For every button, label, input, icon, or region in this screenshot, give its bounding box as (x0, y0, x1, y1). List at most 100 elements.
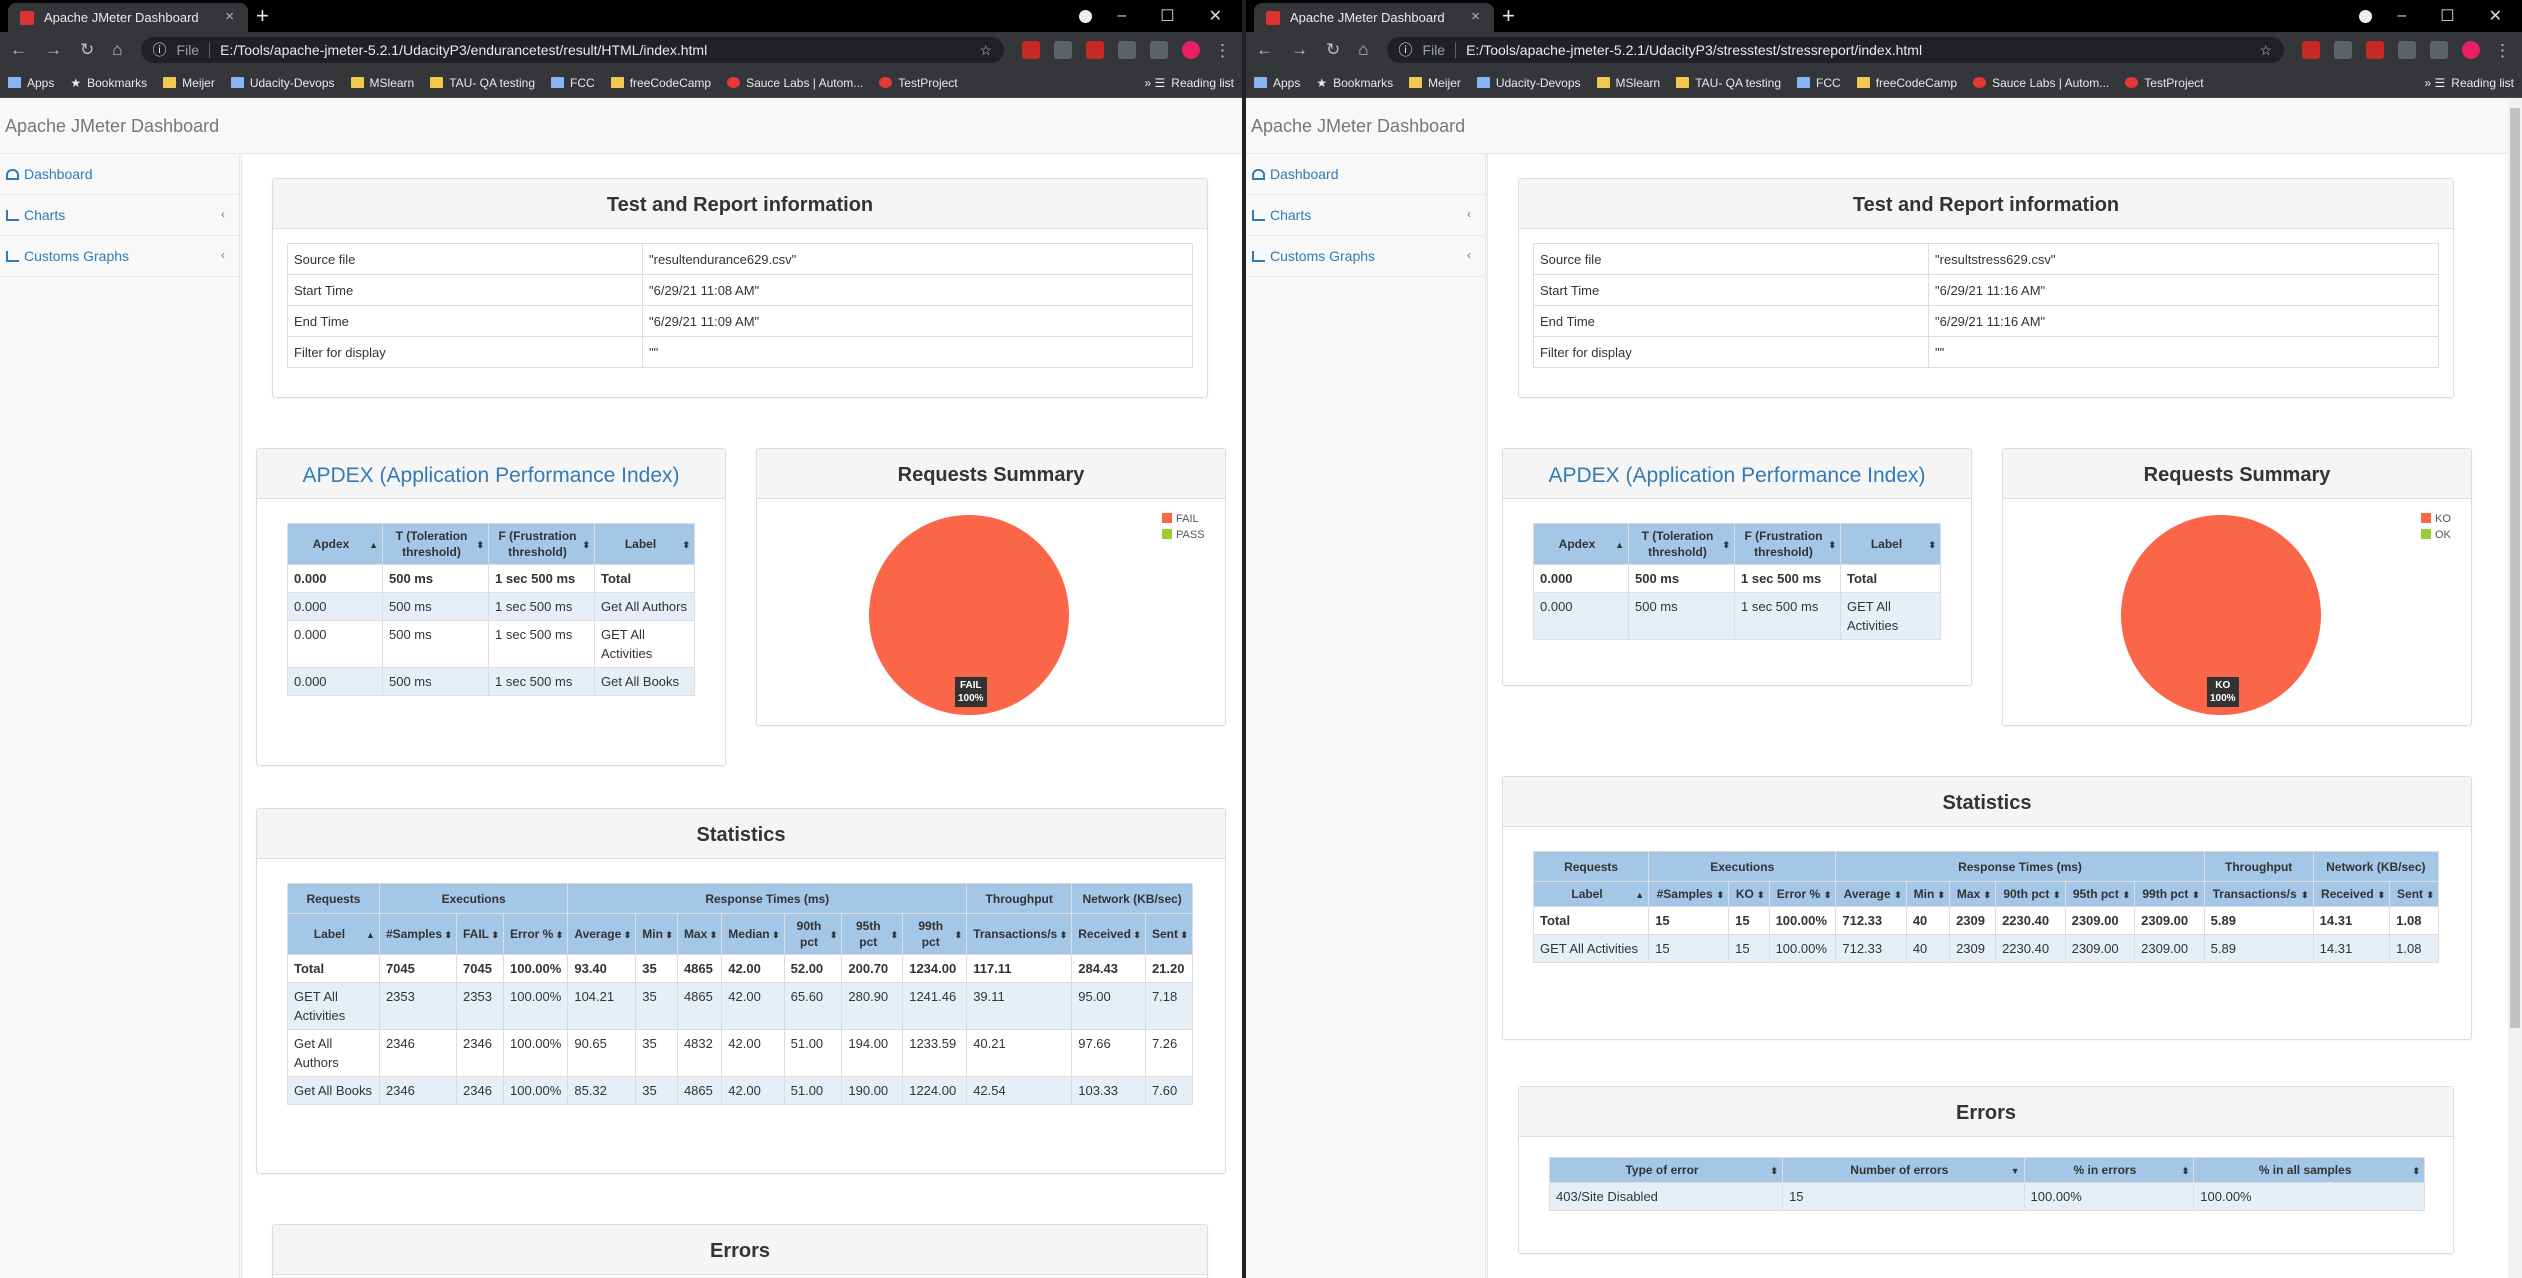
close-window-icon[interactable]: ✕ (1209, 6, 1222, 26)
puzzle-icon[interactable] (2430, 41, 2448, 59)
col-header[interactable]: FAIL ⬍ (456, 913, 504, 955)
bookmark-folder[interactable]: MSlearn (350, 76, 414, 90)
scrollbar[interactable] (2508, 98, 2522, 1278)
col-header[interactable]: Transactions/s ⬍ (2203, 881, 2314, 907)
col-header[interactable]: Max ⬍ (1949, 881, 1997, 907)
bookmark-udacity[interactable]: Udacity-Devops (1476, 76, 1581, 90)
bookmark-folder[interactable]: TAU- QA testing (430, 76, 535, 90)
avatar[interactable] (1182, 41, 1200, 59)
extension-icon[interactable] (1118, 41, 1136, 59)
sidebar-item-custom-graphs[interactable]: Customs Graphs ‹ (1246, 236, 1485, 277)
menu-kebab-icon[interactable]: ⋮ (2494, 41, 2512, 60)
extension-icon[interactable] (1054, 41, 1072, 59)
col-header[interactable]: Transactions/s ⬍ (966, 913, 1073, 955)
bookmark-folder[interactable]: Meijer (163, 76, 215, 90)
url-text[interactable]: E:/Tools/apache-jmeter-5.2.1/UdacityP3/s… (1466, 42, 1922, 58)
col-header[interactable]: Received ⬍ (2312, 881, 2391, 907)
bookmark-apps[interactable]: Apps (8, 76, 54, 90)
scrollbar-thumb[interactable] (2510, 108, 2520, 1028)
browser-tab[interactable]: Apache JMeter Dashboard × (8, 3, 248, 32)
browser-tab[interactable]: Apache JMeter Dashboard × (1254, 3, 1494, 32)
home-icon[interactable]: ⌂ (1358, 40, 1368, 60)
col-header[interactable]: % in errors ⬍ (2023, 1157, 2195, 1183)
maximize-icon[interactable]: ☐ (2440, 6, 2454, 26)
address-bar[interactable]: ⓘ File E:/Tools/apache-jmeter-5.2.1/Udacit… (140, 37, 1004, 63)
sidebar-item-dashboard[interactable]: Dashboard (0, 154, 239, 195)
url-text[interactable]: E:/Tools/apache-jmeter-5.2.1/UdacityP3/e… (220, 42, 707, 58)
col-header[interactable]: 90th pct ⬍ (1995, 881, 2066, 907)
home-icon[interactable]: ⌂ (112, 40, 122, 60)
reading-list[interactable]: » ☰ Reading list (2425, 76, 2514, 90)
bookmark-testproject[interactable]: TestProject (879, 76, 958, 90)
col-header[interactable]: Label ⬍ (594, 523, 695, 565)
col-header[interactable]: Label ⬍ (1840, 523, 1941, 565)
col-header[interactable]: Average ⬍ (1835, 881, 1907, 907)
close-tab-icon[interactable]: × (1471, 8, 1480, 25)
sidebar-item-dashboard[interactable]: Dashboard (1246, 154, 1485, 195)
minimize-icon[interactable]: – (2397, 7, 2406, 25)
bookmark-folder[interactable]: TAU- QA testing (1676, 76, 1781, 90)
extension-icon[interactable] (2334, 41, 2352, 59)
info-icon[interactable]: ⓘ (153, 40, 167, 60)
sidebar-item-charts[interactable]: Charts ‹ (0, 195, 239, 236)
bookmark-saucelabs[interactable]: Sauce Labs | Autom... (1973, 76, 2109, 90)
col-header[interactable]: Median ⬍ (721, 913, 785, 955)
col-header[interactable]: Average ⬍ (567, 913, 637, 955)
bookmark-fcc[interactable]: FCC (1797, 76, 1841, 90)
col-header[interactable]: Received ⬍ (1071, 913, 1146, 955)
profile-dot-icon[interactable] (1079, 10, 1092, 23)
bookmark-folder[interactable]: freeCodeCamp (610, 76, 711, 90)
bookmark-bookmarks[interactable]: ★ Bookmarks (70, 76, 147, 90)
col-header[interactable]: T (Toleration threshold) ⬍ (1628, 523, 1735, 565)
col-header[interactable]: Apdex ▲ (1533, 523, 1629, 565)
extension-icon[interactable] (1086, 41, 1104, 59)
bookmark-folder[interactable]: Meijer (1409, 76, 1461, 90)
col-header[interactable]: Max ⬍ (676, 913, 723, 955)
page-header[interactable]: Apache JMeter Dashboard (1246, 98, 2522, 154)
extension-icon[interactable] (2398, 41, 2416, 59)
extension-icon[interactable] (2302, 41, 2320, 59)
col-header[interactable]: Sent ⬍ (1144, 913, 1194, 955)
col-header[interactable]: Label ▲ (287, 913, 380, 955)
col-header[interactable]: #Samples ⬍ (378, 913, 458, 955)
bookmark-apps[interactable]: Apps (1254, 76, 1300, 90)
reload-icon[interactable]: ↻ (80, 40, 94, 60)
profile-dot-icon[interactable] (2359, 10, 2372, 23)
col-header[interactable]: #Samples ⬍ (1648, 881, 1730, 907)
col-header[interactable]: Type of error ⬍ (1548, 1157, 1784, 1183)
reload-icon[interactable]: ↻ (1326, 40, 1340, 60)
forward-icon[interactable]: → (1291, 40, 1308, 60)
bookmark-udacity[interactable]: Udacity-Devops (230, 76, 335, 90)
maximize-icon[interactable]: ☐ (1160, 6, 1174, 26)
bookmark-folder[interactable]: MSlearn (1596, 76, 1660, 90)
col-header[interactable]: 90th pct ⬍ (783, 913, 843, 955)
bookmark-bookmarks[interactable]: ★ Bookmarks (1316, 76, 1393, 90)
col-header[interactable]: 99th pct ⬍ (902, 913, 968, 955)
pie-legend[interactable]: KO OK (2421, 511, 2451, 543)
forward-icon[interactable]: → (45, 40, 62, 60)
col-header[interactable]: Min ⬍ (1905, 881, 1951, 907)
page-header[interactable]: Apache JMeter Dashboard (0, 98, 1242, 154)
close-window-icon[interactable]: ✕ (2489, 6, 2502, 26)
extension-icon[interactable] (2366, 41, 2384, 59)
col-header[interactable]: Apdex ▲ (287, 523, 383, 565)
menu-kebab-icon[interactable]: ⋮ (1214, 41, 1232, 60)
bookmark-fcc[interactable]: FCC (551, 76, 595, 90)
col-header[interactable]: F (Frustration threshold) ⬍ (488, 523, 595, 565)
back-icon[interactable]: ← (10, 40, 27, 60)
col-header[interactable]: 95th pct ⬍ (2064, 881, 2136, 907)
col-header[interactable]: Sent ⬍ (2389, 881, 2439, 907)
bookmark-star-icon[interactable]: ☆ (2259, 42, 2272, 59)
pie-legend[interactable]: FAIL PASS (1162, 511, 1205, 543)
bookmark-star-icon[interactable]: ☆ (979, 42, 992, 59)
col-header[interactable]: F (Frustration threshold) ⬍ (1734, 523, 1841, 565)
close-tab-icon[interactable]: × (225, 8, 234, 25)
back-icon[interactable]: ← (1256, 40, 1273, 60)
bookmark-saucelabs[interactable]: Sauce Labs | Autom... (727, 76, 863, 90)
col-header[interactable]: 99th pct ⬍ (2134, 881, 2205, 907)
avatar[interactable] (2462, 41, 2480, 59)
col-header[interactable]: Error % ⬍ (1768, 881, 1837, 907)
new-tab-button[interactable]: + (1502, 3, 1515, 29)
col-header[interactable]: Min ⬍ (635, 913, 678, 955)
bookmark-folder[interactable]: freeCodeCamp (1856, 76, 1957, 90)
